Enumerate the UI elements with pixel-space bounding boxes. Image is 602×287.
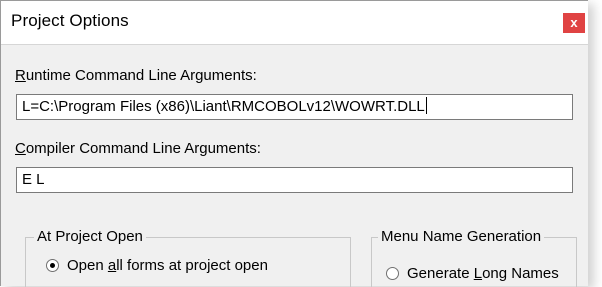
open-all-forms-label: Open all forms at project open [67, 257, 268, 274]
runtime-args-label: Runtime Command Line Arguments: [15, 67, 257, 84]
compiler-args-value: E L [22, 171, 45, 188]
option-text-suffix: ong Names [482, 265, 559, 282]
text-caret [425, 97, 427, 114]
dialog-title: Project Options [11, 11, 129, 30]
option-accelerator: a [107, 257, 117, 274]
menu-name-generation-group: Menu Name Generation Generate Long Names [371, 228, 577, 287]
at-project-open-group: At Project Open Open all forms at projec… [25, 228, 351, 287]
generate-long-names-label: Generate Long Names [407, 265, 559, 282]
compiler-args-label: Compiler Command Line Arguments: [15, 140, 261, 157]
radio-unselected-icon[interactable] [386, 267, 399, 280]
menu-name-generation-legend: Menu Name Generation [378, 228, 545, 245]
project-options-dialog: Project Options x Runtime Command Line A… [0, 0, 588, 287]
option-text-prefix: Open [67, 257, 108, 274]
option-text-prefix: Generate [407, 265, 474, 282]
option-text-suffix: ll forms at project open [116, 257, 268, 274]
compiler-args-label-text: ompiler Command Line Arguments: [25, 140, 261, 157]
runtime-args-accelerator: R [15, 67, 26, 84]
title-bar[interactable]: Project Options x [1, 1, 588, 45]
compiler-args-input[interactable]: E L [16, 167, 573, 193]
at-project-open-legend: At Project Open [34, 228, 146, 245]
close-button[interactable]: x [563, 13, 585, 33]
runtime-args-label-text: untime Command Line Arguments: [25, 67, 257, 84]
open-all-forms-option[interactable]: Open all forms at project open [46, 257, 268, 274]
runtime-args-input[interactable]: L=C:\Program Files (x86)\Liant\RMCOBOLv1… [16, 94, 573, 120]
close-icon: x [570, 15, 578, 30]
option-accelerator: L [473, 265, 483, 282]
radio-selected-icon[interactable] [46, 259, 59, 272]
compiler-args-accelerator: C [15, 140, 26, 157]
generate-long-names-option[interactable]: Generate Long Names [386, 265, 559, 282]
runtime-args-value: L=C:\Program Files (x86)\Liant\RMCOBOLv1… [22, 98, 425, 115]
